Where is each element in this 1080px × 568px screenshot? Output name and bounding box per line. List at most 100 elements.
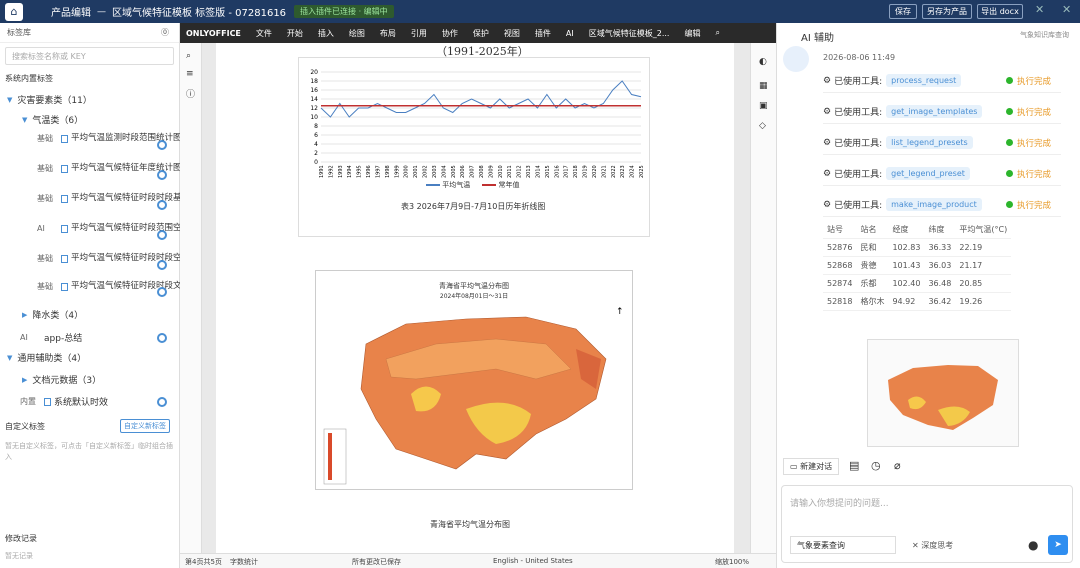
tag-leaf[interactable]: AI 平均气温气候特征时段范围空间分布图… <box>37 223 224 234</box>
tag-leaf[interactable]: 基础 平均气温气候特征时段时段文字描述 <box>37 281 207 292</box>
settings-gear-icon[interactable] <box>157 200 167 210</box>
export-docx-button[interactable]: 导出 docx <box>977 4 1023 19</box>
gear-icon: ⚙ <box>823 137 832 148</box>
menu-home[interactable]: 开始 <box>287 28 303 39</box>
x-tick-label: 1992 <box>328 165 334 178</box>
mode-select[interactable]: 气象要素查询 <box>790 536 896 554</box>
word-count[interactable]: 字数统计 <box>230 557 258 567</box>
chart-icon <box>61 134 68 143</box>
paragraph-icon[interactable]: ◐ <box>759 57 768 67</box>
ai-assistant-panel: AI 辅助 气象知识库查询 2026-08-06 11:49 ⚙ 已使用工具: p… <box>776 23 1080 568</box>
deep-think-toggle[interactable]: ✕ 深度思考 <box>912 540 953 551</box>
tree-group-meta[interactable]: ▶ 文档元数据（3） <box>22 373 101 387</box>
map-figure: 青海省平均气温分布图 2024年08月01日～31日 ↑ <box>315 270 633 490</box>
menu-insert[interactable]: 插入 <box>318 28 334 39</box>
shape-icon[interactable]: ◇ <box>759 121 768 131</box>
panel-title: AI 辅助 <box>801 33 834 44</box>
menu-file[interactable]: 文件 <box>256 28 272 39</box>
add-custom-tag-button[interactable]: 自定义新标签 <box>120 419 170 433</box>
tag-leaf-sysdate[interactable]: 内置 系统默认时效 <box>20 395 108 408</box>
x-tick-label: 2009 <box>488 165 494 178</box>
comment-icon[interactable]: ≡ <box>186 69 195 79</box>
x-tick-label: 2024 <box>630 165 636 178</box>
north-arrow: ↑ <box>616 307 624 317</box>
microphone-icon[interactable]: ● <box>1028 538 1038 552</box>
tree-group-general[interactable]: ▼ 通用辅助类（4） <box>7 351 86 365</box>
menu-plugins[interactable]: 插件 <box>535 28 551 39</box>
tag-leaf[interactable]: 基础 平均气温气候特征时段时段空间分布图… <box>37 253 224 264</box>
edit-mode-dropdown[interactable]: 编辑 <box>684 28 700 39</box>
doc-tab[interactable]: 区域气候特征模板_2... <box>589 28 670 39</box>
menu-layout[interactable]: 布局 <box>380 28 396 39</box>
clock-icon[interactable]: ◷ <box>871 459 881 472</box>
tag-leaf[interactable]: 基础 平均气温气候特征年度统计图(年平均气… <box>37 163 227 174</box>
tree-group-disaster[interactable]: ▼ 灾害要素类（11） <box>7 93 92 107</box>
chat-input-box[interactable]: 请输入你想提问的问题... 气象要素查询 ✕ 深度思考 ● ➤ <box>781 485 1073 563</box>
app-name: 产品编辑 <box>51 8 91 19</box>
menu-references[interactable]: 引用 <box>411 28 427 39</box>
table-icon[interactable]: ▦ <box>759 81 768 91</box>
x-tick-label: 2011 <box>507 165 513 178</box>
map-title: 青海省平均气温分布图 <box>439 282 509 290</box>
text-icon <box>61 282 68 291</box>
settings-gear-icon[interactable] <box>157 140 167 150</box>
settings-gear-icon[interactable] <box>157 260 167 270</box>
x-tick-label: 2018 <box>573 165 579 178</box>
save-button[interactable]: 保存 <box>889 4 917 19</box>
menu-view[interactable]: 视图 <box>504 28 520 39</box>
tag-leaf-app[interactable]: AI app-总结 <box>20 331 82 344</box>
image-icon[interactable]: ▣ <box>759 101 768 111</box>
menu-collaborate[interactable]: 协作 <box>442 28 458 39</box>
search-icon[interactable]: ⌕ <box>715 28 719 38</box>
x-tick-label: 2015 <box>545 165 551 178</box>
tag-library-panel: 标签库 ⓪ 搜索标签名称或 KEY 系统内置标签 ▼ 灾害要素类（11） ▼ 气温类（… <box>0 23 227 568</box>
x-tick-label: 2000 <box>404 165 410 178</box>
x-tick-label: 2020 <box>592 165 598 178</box>
y-tick-label: 0 <box>314 159 318 166</box>
new-chat-button[interactable]: ▭ 新建对话 <box>783 458 840 475</box>
x-tick-label: 2010 <box>498 165 504 178</box>
tag-leaf[interactable]: 基础 平均气温气候特征时段时段基础统计表 <box>37 193 216 204</box>
settings-gear-icon[interactable] <box>157 170 167 180</box>
settings-gear-icon[interactable] <box>157 230 167 240</box>
zoom-level[interactable]: 缩放100% <box>715 557 749 567</box>
info-icon[interactable]: ⓘ <box>186 87 195 100</box>
x-tick-label: 1995 <box>357 165 363 178</box>
x-tick-label: 1996 <box>366 165 372 178</box>
table-row: 52868 贵德 101.43 36.03 21.17 <box>823 256 1012 275</box>
custom-empty-hint: 暂无自定义标签，可点击「自定义新标签」临时组合插入 <box>5 442 173 461</box>
tree-group-temperature[interactable]: ▼ 气温类（6） <box>22 113 83 127</box>
tag-leaf[interactable]: 基础 平均气温监测时段范围统计图(年平均气… <box>37 133 227 144</box>
history-icon[interactable]: ▤ <box>849 459 859 472</box>
y-tick-label: 16 <box>310 87 318 94</box>
x-tick-label: 2019 <box>583 165 589 178</box>
menu-protect[interactable]: 保护 <box>473 28 489 39</box>
tool-call-row: ⚙ 已使用工具: get_legend_preset 执行完成 <box>823 162 1061 186</box>
settings-gear-icon[interactable] <box>157 397 167 407</box>
window-close-icon[interactable]: ✕ <box>1062 3 1071 16</box>
menu-draw[interactable]: 绘图 <box>349 28 365 39</box>
menu-ai[interactable]: AI <box>566 29 574 38</box>
language-selector[interactable]: English - United States <box>493 557 573 565</box>
x-tick-label: 2021 <box>601 165 607 178</box>
y-tick-label: 8 <box>314 123 318 130</box>
send-button[interactable]: ➤ <box>1048 535 1068 555</box>
mute-icon[interactable]: ⌀ <box>894 459 901 472</box>
help-icon[interactable]: ⓪ <box>161 27 169 38</box>
chat-input[interactable]: 请输入你想提问的问题... <box>790 496 1064 509</box>
generated-map-thumbnail[interactable] <box>867 339 1019 447</box>
tag-search-input[interactable]: 搜索标签名称或 KEY <box>5 47 174 65</box>
x-tick-label: 1998 <box>385 165 391 178</box>
tree-group-rain[interactable]: ▶ 降水类（4） <box>22 308 83 322</box>
settings-gear-icon[interactable] <box>157 333 167 343</box>
x-tick-label: 2025 <box>639 165 645 178</box>
close-icon[interactable]: ✕ <box>1035 3 1044 16</box>
y-tick-label: 14 <box>310 96 318 103</box>
save-as-button[interactable]: 另存为产品 <box>922 4 972 19</box>
x-tick-label: 2012 <box>517 165 523 178</box>
search-icon[interactable]: ⌕ <box>186 51 195 61</box>
table-row: 52876 民和 102.83 36.33 22.19 <box>823 238 1012 257</box>
settings-gear-icon[interactable] <box>157 287 167 297</box>
status-bar: 第4页共5页 字数统计 所有更改已保存 English - United Sta… <box>180 553 776 568</box>
kb-query-link[interactable]: 气象知识库查询 <box>1020 30 1069 40</box>
